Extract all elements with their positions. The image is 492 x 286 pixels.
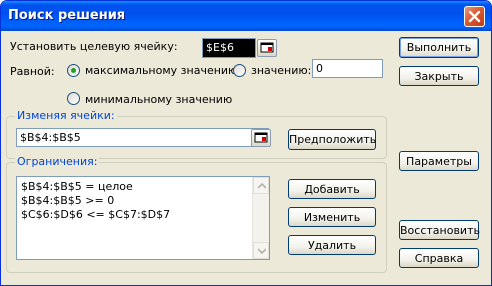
value-radio-label: значению: [251, 64, 312, 77]
solver-dialog: Поиск решения Установить целевую ячейку:… [0, 0, 492, 286]
scroll-down-button[interactable] [253, 242, 269, 259]
scroll-down-icon [258, 248, 266, 254]
changing-cells-label: Изменяя ячейки: [15, 109, 117, 122]
value-input[interactable]: 0 [312, 59, 383, 78]
constraints-list[interactable]: $B$4:$B$5 = целое $B$4:$B$5 >= 0 $C$6:$D… [16, 176, 270, 260]
window-title: Поиск решения [8, 8, 126, 23]
dialog-body: Установить целевую ячейку: $E$6 Равной: … [1, 31, 491, 285]
close-dialog-button[interactable]: Закрыть [399, 66, 479, 86]
scroll-up-icon [258, 183, 266, 189]
help-button[interactable]: Справка [399, 248, 479, 268]
guess-button[interactable]: Предположить [288, 129, 376, 150]
changing-collapse-button[interactable] [251, 129, 271, 147]
changing-cells-value: $B$4:$B$5 [20, 131, 81, 144]
constraint-item[interactable]: $B$4:$B$5 >= 0 [21, 194, 114, 207]
min-radio-label: минимальному значению [85, 93, 233, 106]
target-cell-value: $E$6 [206, 41, 234, 54]
constraint-item[interactable]: $C$6:$D$6 <= $C$7:$D$7 [21, 208, 170, 221]
min-radio[interactable] [67, 92, 80, 105]
max-radio-label: максимальному значению [85, 64, 238, 77]
close-icon [468, 10, 481, 23]
delete-button[interactable]: Удалить [288, 235, 376, 255]
value-input-text: 0 [316, 62, 323, 75]
title-bar[interactable]: Поиск решения [1, 1, 491, 31]
value-radio[interactable] [233, 64, 246, 77]
target-collapse-button[interactable] [257, 39, 277, 57]
constraints-scrollbar[interactable] [252, 177, 269, 259]
max-radio[interactable] [67, 64, 80, 77]
constraints-label: Ограничения: [15, 155, 100, 168]
target-cell-input[interactable]: $E$6 [202, 38, 256, 58]
reset-button[interactable]: Восстановить [399, 220, 480, 240]
target-cell-label: Установить целевую ячейку: [10, 40, 178, 53]
equal-to-label: Равной: [10, 65, 55, 78]
add-button[interactable]: Добавить [288, 179, 376, 199]
change-button[interactable]: Изменить [288, 207, 376, 227]
changing-cells-input[interactable]: $B$4:$B$5 [16, 128, 269, 147]
scroll-up-button[interactable] [253, 177, 269, 194]
close-button[interactable] [464, 6, 485, 27]
solve-button[interactable]: Выполнить [399, 37, 479, 58]
options-button[interactable]: Параметры [399, 151, 479, 171]
constraint-item[interactable]: $B$4:$B$5 = целое [21, 180, 133, 193]
collapse-dialog-icon [260, 42, 274, 53]
collapse-dialog-icon [254, 132, 268, 143]
